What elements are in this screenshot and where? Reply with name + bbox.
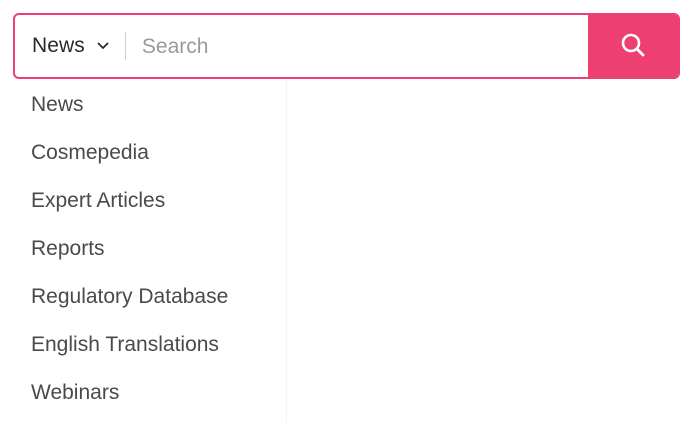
search-button[interactable] <box>588 15 678 77</box>
category-dropdown-menu: News Cosmepedia Expert Articles Reports … <box>13 81 283 423</box>
search-input[interactable] <box>125 15 588 77</box>
category-selected-label: News <box>32 34 85 57</box>
search-icon <box>620 32 646 61</box>
dropdown-item-english-translations[interactable]: English Translations <box>13 321 283 369</box>
dropdown-item-news[interactable]: News <box>13 81 283 129</box>
page: News News Cosmepedia Expert Articles Rep… <box>0 0 680 423</box>
dropdown-item-expert-articles[interactable]: Expert Articles <box>13 177 283 225</box>
background-content <box>288 80 680 423</box>
category-select[interactable]: News <box>15 15 125 77</box>
dropdown-item-webinars[interactable]: Webinars <box>13 369 283 417</box>
background-divider <box>286 80 287 423</box>
dropdown-item-regulatory-database[interactable]: Regulatory Database <box>13 273 283 321</box>
dropdown-item-cosmepedia[interactable]: Cosmepedia <box>13 129 283 177</box>
search-bar: News <box>13 13 680 79</box>
dropdown-item-reports[interactable]: Reports <box>13 225 283 273</box>
chevron-down-icon <box>97 40 109 52</box>
